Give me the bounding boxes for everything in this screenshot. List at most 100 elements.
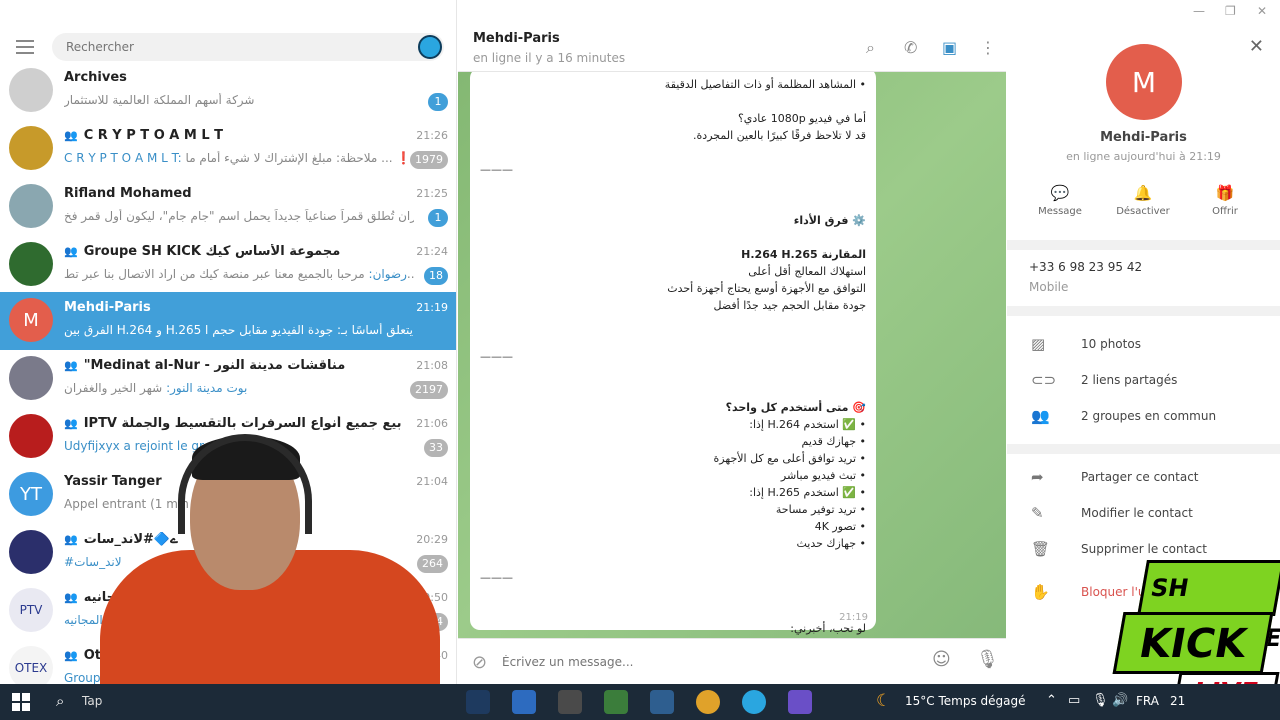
- message-button[interactable]: 💬 Message: [1024, 180, 1096, 226]
- status-story-icon[interactable]: [418, 35, 442, 59]
- app-icon-calculator[interactable]: [604, 690, 628, 714]
- message-line: [480, 382, 866, 399]
- message-line: [480, 93, 866, 110]
- chat-list-item[interactable]: Rifland Mohamed 21:25 إيران تُطلق قمراً ص…: [0, 178, 456, 236]
- share-contact-label: Partager ce contact: [1081, 470, 1199, 484]
- common-groups-row[interactable]: 👥 2 groupes en commun: [1007, 400, 1280, 434]
- gift-button[interactable]: 🎁 Offrir: [1189, 180, 1261, 226]
- chat-list-item[interactable]: 👥 C R Y P T O A M L T 21:26 C R Y P T O A M…: [0, 120, 456, 178]
- app-icon-settings[interactable]: [558, 690, 582, 714]
- microphone-tray-icon[interactable]: 🎙: [1092, 693, 1109, 708]
- group-icon: 👥: [64, 591, 78, 604]
- close-icon[interactable]: ✕: [1249, 36, 1264, 57]
- volume-icon[interactable]: 🔊: [1112, 693, 1128, 708]
- group-icon: 👥: [64, 533, 78, 546]
- chat-preview: إيران تُطلق قمراً صناعياً جديداً يحمل اس…: [64, 209, 414, 223]
- message-button-label: Message: [1038, 206, 1082, 217]
- search-icon[interactable]: ⌕: [866, 38, 875, 58]
- mute-button[interactable]: 🔔 Désactiver: [1107, 180, 1179, 226]
- chat-title-text: Groupe SH KICK مجموعة الأساس كيك: [83, 244, 341, 259]
- message-time: 21:19: [839, 612, 868, 623]
- chat-title: 👥 Groupe SH KICK مجموعة الأساس كيك: [64, 244, 404, 259]
- chat-preview: رضوان: مرحبا بالجميع معنا عبر منصة كيك م…: [64, 267, 414, 281]
- chat-title: 👥 C R Y P T O A M L T: [64, 128, 404, 143]
- network-icon[interactable]: ▭: [1068, 693, 1080, 708]
- maximize-icon[interactable]: ❐: [1225, 4, 1236, 18]
- conversation-title[interactable]: Mehdi-Paris: [473, 31, 560, 46]
- message-line: 🎯 متى أستخدم كل واحد؟: [725, 401, 866, 414]
- message-separator: ———: [480, 163, 513, 176]
- message-line: • تريد توافق أعلى مع كل الأجهزة: [713, 452, 866, 465]
- window-controls: — ❐ ✕: [1007, 0, 1280, 24]
- close-window-icon[interactable]: ✕: [1257, 4, 1267, 18]
- hamburger-menu-icon[interactable]: [16, 40, 34, 54]
- minimize-icon[interactable]: —: [1193, 4, 1205, 18]
- avatar: [9, 184, 53, 228]
- trash-icon: 🗑: [1031, 540, 1051, 558]
- message-line: • تصور 4K: [814, 520, 866, 533]
- photos-row[interactable]: ▨ 10 photos: [1007, 328, 1280, 362]
- chat-preview: شركة أسهم المملكة العالمية للاستثمار: [64, 93, 414, 107]
- telegram-icon[interactable]: [742, 690, 766, 714]
- avatar: [9, 68, 53, 112]
- webcam-overlay: [100, 420, 440, 720]
- chat-preview-text: إيران تُطلق قمراً صناعياً جديداً يحمل اس…: [64, 209, 414, 223]
- windows-start-icon[interactable]: [12, 693, 30, 711]
- message-input[interactable]: [502, 651, 922, 673]
- edit-contact-row[interactable]: ✎ Modifier le contact: [1007, 497, 1280, 531]
- chat-preview-sender: رضوان:: [368, 267, 407, 281]
- profile-avatar[interactable]: M: [1106, 44, 1182, 120]
- divider: [1007, 306, 1280, 316]
- links-row[interactable]: ⊂⊃ 2 liens partagés: [1007, 364, 1280, 398]
- phone-label: Mobile: [1029, 280, 1069, 294]
- message-line: جودة مقابل الحجم جيد جدًا أفضل: [713, 299, 866, 312]
- side-panel-icon[interactable]: ▣: [942, 38, 957, 57]
- more-options-icon[interactable]: ⋮: [980, 38, 996, 57]
- chat-preview-sender: C R Y P T O A M L T:: [64, 151, 182, 165]
- moon-icon[interactable]: ☾: [876, 691, 891, 711]
- chat-title-text: Archives: [64, 70, 127, 85]
- edit-contact-label: Modifier le contact: [1081, 506, 1193, 520]
- hand-icon: ✋: [1031, 583, 1050, 601]
- message-line: أما في فيديو 1080p عادي؟: [737, 112, 866, 125]
- app-icon-screen[interactable]: [466, 690, 490, 714]
- message-line: المقارنة H.264 H.265: [741, 248, 866, 261]
- message-area[interactable]: • المشاهد المظلمة أو ذات التفاصيل الدقيق…: [458, 72, 1006, 638]
- message-line: • جهازك حديث: [796, 537, 866, 550]
- taskbar-search-text[interactable]: Tap: [82, 694, 102, 708]
- avatar: [9, 530, 53, 574]
- divider: [1007, 444, 1280, 454]
- message-line: [480, 314, 866, 331]
- app-icon-network[interactable]: [650, 690, 674, 714]
- chat-title: 👥 "Medinat al-Nur - مناقشات مدينة النور: [64, 358, 404, 373]
- group-icon: 👥: [64, 129, 78, 142]
- message-bubble[interactable]: • المشاهد المظلمة أو ذات التفاصيل الدقيق…: [470, 72, 876, 635]
- chat-list-item[interactable]: 👥 Groupe SH KICK مجموعة الأساس كيك 21:24 رض…: [0, 236, 456, 294]
- chevron-up-icon[interactable]: ⌃: [1046, 693, 1057, 708]
- phone-number[interactable]: +33 6 98 23 95 42: [1029, 260, 1142, 274]
- avatar: YT: [9, 472, 53, 516]
- app-icon-files[interactable]: [512, 690, 536, 714]
- search-input[interactable]: [52, 33, 444, 61]
- microphone-icon[interactable]: 🎙: [976, 649, 999, 670]
- conversation-status: en ligne il y a 16 minutes: [473, 51, 626, 65]
- chat-list-item[interactable]: Archives شركة أسهم المملكة العالمية للاس…: [0, 62, 456, 120]
- group-icon: 👥: [64, 359, 78, 372]
- taskbar-search-icon[interactable]: ⌕: [56, 692, 64, 710]
- chat-title-text: C R Y P T O A M L T: [83, 128, 223, 143]
- attach-icon[interactable]: ⊘: [472, 652, 487, 673]
- logo-kick: KICK: [1112, 612, 1274, 674]
- chat-title: Archives: [64, 70, 404, 85]
- language-indicator[interactable]: FRA: [1136, 694, 1159, 708]
- chat-list-item[interactable]: M Mehdi-Paris 21:19 الفرق بين H.264 و H.26…: [0, 292, 456, 350]
- message-line: [480, 365, 866, 382]
- taskbar-clock[interactable]: 21: [1170, 694, 1185, 708]
- app-icon-star[interactable]: [788, 690, 812, 714]
- message-line: التوافق مع الأجهزة أوسع يحتاج أجهزة أحدث: [667, 282, 866, 295]
- call-icon[interactable]: ✆: [904, 38, 917, 57]
- share-contact-row[interactable]: ➦ Partager ce contact: [1007, 461, 1280, 495]
- weather-text[interactable]: 15°C Temps dégagé: [905, 694, 1025, 708]
- chat-list-item[interactable]: 👥 "Medinat al-Nur - مناقشات مدينة النور 21…: [0, 350, 456, 408]
- emoji-icon[interactable]: ☺: [932, 649, 951, 670]
- chrome-icon[interactable]: [696, 690, 720, 714]
